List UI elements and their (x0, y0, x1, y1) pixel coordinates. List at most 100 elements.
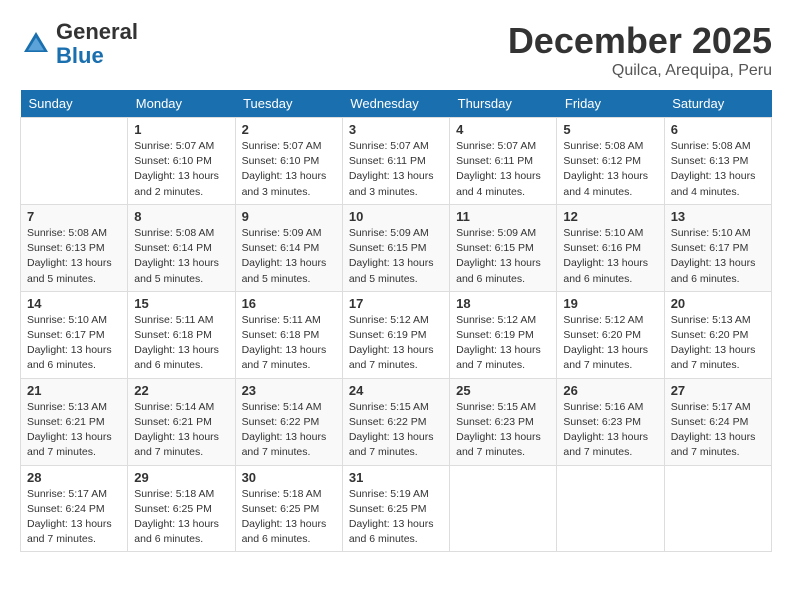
day-number: 7 (27, 209, 121, 224)
page-header: General Blue December 2025 Quilca, Arequ… (20, 20, 772, 80)
calendar-cell: 19 Sunrise: 5:12 AM Sunset: 6:20 PM Dayli… (557, 291, 664, 378)
day-info: Sunrise: 5:15 AM Sunset: 6:22 PM Dayligh… (349, 400, 443, 461)
day-number: 9 (242, 209, 336, 224)
calendar-cell: 5 Sunrise: 5:08 AM Sunset: 6:12 PM Daylig… (557, 118, 664, 205)
day-number: 27 (671, 383, 765, 398)
weekday-header: Monday (128, 90, 235, 118)
day-info: Sunrise: 5:12 AM Sunset: 6:20 PM Dayligh… (563, 313, 657, 374)
day-info: Sunrise: 5:19 AM Sunset: 6:25 PM Dayligh… (349, 487, 443, 548)
day-info: Sunrise: 5:08 AM Sunset: 6:14 PM Dayligh… (134, 226, 228, 287)
calendar-cell: 10 Sunrise: 5:09 AM Sunset: 6:15 PM Dayli… (342, 204, 449, 291)
day-info: Sunrise: 5:15 AM Sunset: 6:23 PM Dayligh… (456, 400, 550, 461)
day-info: Sunrise: 5:14 AM Sunset: 6:21 PM Dayligh… (134, 400, 228, 461)
day-number: 11 (456, 209, 550, 224)
month-title: December 2025 (508, 20, 772, 62)
day-number: 5 (563, 122, 657, 137)
calendar-cell (450, 465, 557, 552)
day-info: Sunrise: 5:07 AM Sunset: 6:10 PM Dayligh… (242, 139, 336, 200)
day-number: 20 (671, 296, 765, 311)
calendar-cell: 8 Sunrise: 5:08 AM Sunset: 6:14 PM Daylig… (128, 204, 235, 291)
calendar-cell: 27Sunrise: 5:17 AM Sunset: 6:24 PM Dayli… (664, 378, 771, 465)
title-block: December 2025 Quilca, Arequipa, Peru (508, 20, 772, 80)
day-number: 25 (456, 383, 550, 398)
calendar-cell: 6 Sunrise: 5:08 AM Sunset: 6:13 PM Daylig… (664, 118, 771, 205)
day-number: 18 (456, 296, 550, 311)
logo-text: General Blue (56, 20, 138, 68)
day-info: Sunrise: 5:09 AM Sunset: 6:14 PM Dayligh… (242, 226, 336, 287)
day-number: 29 (134, 470, 228, 485)
day-number: 23 (242, 383, 336, 398)
calendar-cell: 11 Sunrise: 5:09 AM Sunset: 6:15 PM Dayli… (450, 204, 557, 291)
day-number: 1 (134, 122, 228, 137)
calendar-week-row: 1 Sunrise: 5:07 AM Sunset: 6:10 PM Daylig… (21, 118, 772, 205)
day-number: 24 (349, 383, 443, 398)
day-info: Sunrise: 5:14 AM Sunset: 6:22 PM Dayligh… (242, 400, 336, 461)
day-number: 10 (349, 209, 443, 224)
calendar-cell: 12Sunrise: 5:10 AM Sunset: 6:16 PM Dayli… (557, 204, 664, 291)
calendar-cell (557, 465, 664, 552)
day-number: 21 (27, 383, 121, 398)
weekday-header: Friday (557, 90, 664, 118)
day-info: Sunrise: 5:18 AM Sunset: 6:25 PM Dayligh… (242, 487, 336, 548)
day-number: 12 (563, 209, 657, 224)
day-number: 30 (242, 470, 336, 485)
calendar-cell: 28 Sunrise: 5:17 AM Sunset: 6:24 PM Dayli… (21, 465, 128, 552)
weekday-header: Tuesday (235, 90, 342, 118)
calendar-cell: 13 Sunrise: 5:10 AM Sunset: 6:17 PM Dayli… (664, 204, 771, 291)
day-info: Sunrise: 5:11 AM Sunset: 6:18 PM Dayligh… (242, 313, 336, 374)
calendar-cell: 9 Sunrise: 5:09 AM Sunset: 6:14 PM Daylig… (235, 204, 342, 291)
calendar-cell: 31 Sunrise: 5:19 AM Sunset: 6:25 PM Dayli… (342, 465, 449, 552)
day-number: 28 (27, 470, 121, 485)
day-info: Sunrise: 5:16 AM Sunset: 6:23 PM Dayligh… (563, 400, 657, 461)
day-info: Sunrise: 5:17 AM Sunset: 6:24 PM Dayligh… (27, 487, 121, 548)
calendar-cell: 17Sunrise: 5:12 AM Sunset: 6:19 PM Dayli… (342, 291, 449, 378)
weekday-header: Wednesday (342, 90, 449, 118)
calendar-week-row: 21Sunrise: 5:13 AM Sunset: 6:21 PM Dayli… (21, 378, 772, 465)
calendar-cell: 18 Sunrise: 5:12 AM Sunset: 6:19 PM Dayli… (450, 291, 557, 378)
day-info: Sunrise: 5:09 AM Sunset: 6:15 PM Dayligh… (456, 226, 550, 287)
calendar-cell: 3Sunrise: 5:07 AM Sunset: 6:11 PM Daylig… (342, 118, 449, 205)
day-info: Sunrise: 5:08 AM Sunset: 6:13 PM Dayligh… (671, 139, 765, 200)
calendar-cell (21, 118, 128, 205)
calendar-cell: 25 Sunrise: 5:15 AM Sunset: 6:23 PM Dayli… (450, 378, 557, 465)
calendar-cell: 2 Sunrise: 5:07 AM Sunset: 6:10 PM Daylig… (235, 118, 342, 205)
calendar-cell: 16 Sunrise: 5:11 AM Sunset: 6:18 PM Dayli… (235, 291, 342, 378)
day-number: 6 (671, 122, 765, 137)
day-info: Sunrise: 5:18 AM Sunset: 6:25 PM Dayligh… (134, 487, 228, 548)
calendar-cell: 24 Sunrise: 5:15 AM Sunset: 6:22 PM Dayli… (342, 378, 449, 465)
day-info: Sunrise: 5:09 AM Sunset: 6:15 PM Dayligh… (349, 226, 443, 287)
weekday-header-row: SundayMondayTuesdayWednesdayThursdayFrid… (21, 90, 772, 118)
day-info: Sunrise: 5:12 AM Sunset: 6:19 PM Dayligh… (456, 313, 550, 374)
day-number: 31 (349, 470, 443, 485)
day-info: Sunrise: 5:12 AM Sunset: 6:19 PM Dayligh… (349, 313, 443, 374)
day-info: Sunrise: 5:11 AM Sunset: 6:18 PM Dayligh… (134, 313, 228, 374)
calendar-cell: 29 Sunrise: 5:18 AM Sunset: 6:25 PM Dayli… (128, 465, 235, 552)
day-info: Sunrise: 5:10 AM Sunset: 6:17 PM Dayligh… (27, 313, 121, 374)
weekday-header: Saturday (664, 90, 771, 118)
day-number: 14 (27, 296, 121, 311)
logo: General Blue (20, 20, 138, 68)
day-number: 22 (134, 383, 228, 398)
calendar-week-row: 7 Sunrise: 5:08 AM Sunset: 6:13 PM Daylig… (21, 204, 772, 291)
day-number: 16 (242, 296, 336, 311)
logo-icon (20, 28, 52, 60)
day-info: Sunrise: 5:07 AM Sunset: 6:10 PM Dayligh… (134, 139, 228, 200)
calendar-cell: 15 Sunrise: 5:11 AM Sunset: 6:18 PM Dayli… (128, 291, 235, 378)
day-info: Sunrise: 5:08 AM Sunset: 6:12 PM Dayligh… (563, 139, 657, 200)
location: Quilca, Arequipa, Peru (508, 62, 772, 80)
weekday-header: Thursday (450, 90, 557, 118)
day-number: 2 (242, 122, 336, 137)
day-info: Sunrise: 5:10 AM Sunset: 6:17 PM Dayligh… (671, 226, 765, 287)
calendar-cell (664, 465, 771, 552)
day-number: 13 (671, 209, 765, 224)
calendar-cell: 22 Sunrise: 5:14 AM Sunset: 6:21 PM Dayli… (128, 378, 235, 465)
day-info: Sunrise: 5:13 AM Sunset: 6:20 PM Dayligh… (671, 313, 765, 374)
weekday-header: Sunday (21, 90, 128, 118)
day-number: 19 (563, 296, 657, 311)
calendar-cell: 30 Sunrise: 5:18 AM Sunset: 6:25 PM Dayli… (235, 465, 342, 552)
calendar-cell: 26Sunrise: 5:16 AM Sunset: 6:23 PM Dayli… (557, 378, 664, 465)
day-info: Sunrise: 5:08 AM Sunset: 6:13 PM Dayligh… (27, 226, 121, 287)
day-number: 15 (134, 296, 228, 311)
day-number: 8 (134, 209, 228, 224)
calendar-cell: 1 Sunrise: 5:07 AM Sunset: 6:10 PM Daylig… (128, 118, 235, 205)
